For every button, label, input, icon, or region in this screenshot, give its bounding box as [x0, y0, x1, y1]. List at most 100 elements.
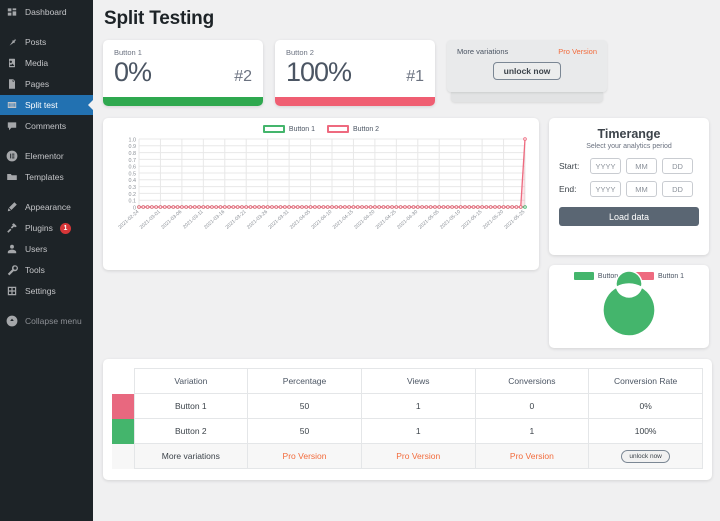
sidebar-separator	[0, 188, 93, 197]
chart-data-point	[262, 206, 265, 209]
chart-data-point	[352, 206, 355, 209]
more-variations-panel: More variations Pro Version unlock now	[447, 40, 607, 92]
chart-data-point	[356, 206, 359, 209]
sidebar-item-pages[interactable]: Pages	[0, 74, 93, 94]
line-chart-svg[interactable]: 1.00.90.80.70.60.50.40.30.20.102021-02-2…	[111, 133, 531, 261]
page-title: Split Testing	[104, 8, 712, 30]
table-row: Button 150100%	[112, 394, 703, 419]
sidebar-item-split-test[interactable]: Split test	[0, 95, 93, 115]
chart-data-point	[151, 206, 154, 209]
chart-data-point	[511, 206, 514, 209]
sidebar-item-settings[interactable]: Settings	[0, 281, 93, 301]
start-month-input[interactable]	[626, 158, 657, 174]
start-date-row: Start:	[559, 158, 699, 174]
chart-data-point	[292, 206, 295, 209]
end-year-input[interactable]	[590, 181, 621, 197]
timerange-title: Timerange	[559, 127, 699, 141]
right-column: Timerange Select your analytics period S…	[549, 118, 709, 348]
table-unlock-now-button[interactable]: unlock now	[621, 450, 670, 463]
table-cell: 50	[248, 419, 362, 444]
table-cell: 1	[475, 419, 589, 444]
x-axis-tick-label: 2021-03-06	[160, 209, 183, 231]
chart-data-point	[472, 206, 475, 209]
table-cell: Button 2	[134, 419, 248, 444]
pro-version-cell[interactable]: Pro Version	[361, 444, 475, 469]
analytics-row: Button 1 Button 2 1.00.90.80.70.60.50.40.…	[103, 118, 712, 348]
chart-data-point	[296, 206, 299, 209]
chart-data-point	[163, 206, 166, 209]
load-data-button[interactable]: Load data	[559, 207, 699, 226]
sidebar-item-plugins[interactable]: Plugins1	[0, 218, 93, 238]
appearance-icon	[6, 201, 18, 213]
legend-item[interactable]: Button 1	[263, 125, 315, 133]
stat-card-button-2: Button 2 100% #1	[275, 40, 435, 106]
table-cell: 0	[475, 394, 589, 419]
sidebar-item-elementor[interactable]: Elementor	[0, 146, 93, 166]
sidebar-item-label: Tools	[25, 260, 45, 280]
chart-data-point	[275, 206, 278, 209]
stat-card-rank: #1	[406, 68, 424, 86]
x-axis-tick-label: 2021-04-25	[375, 209, 398, 231]
pro-version-cell[interactable]: Pro Version	[248, 444, 362, 469]
chart-data-point	[288, 206, 291, 209]
sidebar-item-media[interactable]: Media	[0, 53, 93, 73]
tools-icon	[6, 264, 18, 276]
sidebar-item-templates[interactable]: Templates	[0, 167, 93, 187]
chart-data-point	[232, 206, 235, 209]
x-axis-tick-label: 2021-03-21	[225, 209, 248, 231]
chart-data-point	[159, 206, 162, 209]
swatch-empty-cell	[112, 444, 134, 469]
stat-card-color-bar	[103, 97, 263, 106]
sidebar-item-users[interactable]: Users	[0, 239, 93, 259]
donut-slice	[603, 271, 655, 336]
start-day-input[interactable]	[662, 158, 693, 174]
chart-data-point	[425, 206, 428, 209]
x-axis-tick-label: 2021-05-10	[439, 209, 462, 231]
chart-data-point	[442, 206, 445, 209]
chart-data-point	[502, 206, 505, 209]
sidebar-item-appearance[interactable]: Appearance	[0, 197, 93, 217]
unlock-now-button[interactable]: unlock now	[493, 62, 562, 80]
chart-data-point	[301, 206, 304, 209]
chart-data-point	[374, 206, 377, 209]
donut-chart-svg[interactable]	[598, 282, 660, 338]
sidebar-item-dashboard[interactable]: Dashboard	[0, 2, 93, 22]
pro-version-cell[interactable]: Pro Version	[475, 444, 589, 469]
sidebar-item-tools[interactable]: Tools	[0, 260, 93, 280]
y-axis-tick-label: 0.7	[129, 158, 137, 164]
stat-card-color-bar	[275, 97, 435, 106]
start-year-input[interactable]	[590, 158, 621, 174]
legend-swatch	[327, 125, 349, 133]
legend-swatch	[263, 125, 285, 133]
table-header-row: VariationPercentageViewsConversionsConve…	[112, 369, 703, 394]
chart-data-point	[386, 206, 389, 209]
sidebar-separator	[0, 302, 93, 311]
table-cell: 100%	[589, 419, 703, 444]
table-body: Button 150100%Button 25011100%More varia…	[112, 394, 703, 469]
media-icon	[6, 57, 18, 69]
chart-data-point	[223, 206, 226, 209]
end-day-input[interactable]	[662, 181, 693, 197]
split-test-icon	[6, 99, 18, 111]
sidebar-item-comments[interactable]: Comments	[0, 116, 93, 136]
elementor-icon	[6, 150, 18, 162]
x-axis-tick-label: 2021-05-20	[482, 209, 505, 231]
table-row: Button 25011100%	[112, 419, 703, 444]
stat-card-label: Button 2	[286, 48, 424, 57]
sidebar-item-posts[interactable]: Posts	[0, 32, 93, 52]
chart-data-point	[339, 206, 342, 209]
sidebar-separator	[0, 23, 93, 32]
plugins-update-badge: 1	[60, 223, 71, 234]
end-month-input[interactable]	[626, 181, 657, 197]
table-head: VariationPercentageViewsConversionsConve…	[112, 369, 703, 394]
chart-data-point	[344, 206, 347, 209]
pro-upsell-row: More variationsPro VersionPro VersionPro…	[112, 444, 703, 469]
sidebar-item-collapse-menu[interactable]: Collapse menu	[0, 311, 93, 331]
donut-legend-swatch	[574, 272, 594, 280]
chart-data-point	[464, 206, 467, 209]
chart-data-point	[249, 206, 252, 209]
x-axis-tick-label: 2021-04-05	[289, 209, 312, 231]
legend-item[interactable]: Button 2	[327, 125, 379, 133]
chart-data-point	[498, 206, 501, 209]
stat-cards-row: Button 1 0% #2 Button 2 100% #1	[103, 40, 712, 106]
